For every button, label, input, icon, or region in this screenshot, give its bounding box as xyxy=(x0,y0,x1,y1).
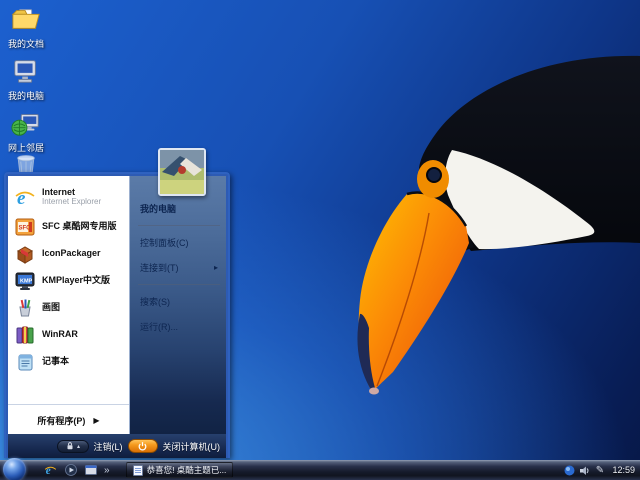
start-menu-item-iconpackager[interactable]: IconPackager xyxy=(8,240,129,267)
task-button-label: 恭喜您! 桌酷主题已... xyxy=(146,465,227,475)
item-label: 连接到(T) xyxy=(140,263,179,273)
start-menu-item-connect-to[interactable]: 连接到(T) ▸ xyxy=(138,255,220,280)
item-label: KMPlayer中文版 xyxy=(42,274,111,285)
quick-launch-media-player-icon[interactable] xyxy=(64,464,77,477)
item-label: 画图 xyxy=(42,301,61,312)
start-menu-right-column: 我的电脑 控制面板(C) 连接到(T) ▸ 搜索(S) 运行(R)... xyxy=(130,176,226,434)
power-icon xyxy=(138,441,147,450)
shutdown-label: 关闭计算机(U) xyxy=(162,441,221,452)
quick-launch-internet-explorer-icon[interactable]: e xyxy=(44,464,57,477)
desktop-icon-label: 我的文档 xyxy=(7,39,44,49)
notepad-icon xyxy=(14,351,36,373)
taskbar-task-button[interactable]: 恭喜您! 桌酷主题已... xyxy=(125,462,234,478)
start-menu-left-column: e Internet Internet Explorer SFC SFC 桌酷网… xyxy=(8,176,130,434)
desktop-icon-label: 我的电脑 xyxy=(7,91,44,101)
separator xyxy=(138,225,220,226)
start-menu-item-my-computer[interactable]: 我的电脑 xyxy=(138,196,220,221)
start-menu-item-control-panel[interactable]: 控制面板(C) xyxy=(138,230,220,255)
my-documents-icon xyxy=(10,3,42,35)
start-menu: e Internet Internet Explorer SFC SFC 桌酷网… xyxy=(4,148,230,458)
desktop-wallpaper: 我的文档 我的电脑 网上邻居 e Internet Internet Explo… xyxy=(0,0,640,480)
item-label: 搜索(S) xyxy=(140,297,170,307)
iconpackager-icon xyxy=(14,243,36,265)
taskbar: e » 恭喜您! 桌酷主题已... ✎ 12:59 xyxy=(0,457,640,480)
internet-explorer-icon: e xyxy=(14,187,36,209)
start-menu-item-run[interactable]: 运行(R)... xyxy=(138,314,220,339)
notepad-window-icon xyxy=(132,464,143,476)
desktop-icon-my-computer[interactable]: 我的电脑 xyxy=(0,55,58,102)
svg-text:e: e xyxy=(17,188,26,209)
start-menu-item-kmplayer[interactable]: KMP KMPlayer中文版 xyxy=(8,267,129,294)
svg-text:KMP: KMP xyxy=(20,278,33,284)
submenu-arrow-icon: ▸ xyxy=(213,263,218,272)
system-tray: ✎ 12:59 xyxy=(564,465,640,476)
shutdown-button[interactable] xyxy=(127,439,158,453)
tray-volume-icon[interactable] xyxy=(579,465,590,476)
item-label: 记事本 xyxy=(42,355,70,366)
item-label: SFC 桌酷网专用版 xyxy=(42,220,117,231)
quick-launch-explorer-icon[interactable] xyxy=(84,464,97,477)
lock-button[interactable]: ▴ xyxy=(56,439,89,453)
item-label: WinRAR xyxy=(42,328,78,339)
my-computer-icon xyxy=(10,55,42,87)
start-menu-item-notepad[interactable]: 记事本 xyxy=(8,348,129,375)
separator xyxy=(138,284,220,285)
all-programs-arrow-icon: ▶ xyxy=(93,416,100,425)
kmplayer-icon: KMP xyxy=(14,270,36,292)
item-label: 我的电脑 xyxy=(140,204,177,214)
start-menu-item-winrar[interactable]: WinRAR xyxy=(8,321,129,348)
start-menu-bottom-bar: ▴ 注销(L) 关闭计算机(U) xyxy=(8,434,226,458)
start-button[interactable] xyxy=(3,457,26,480)
item-label: 运行(R)... xyxy=(140,322,178,332)
desktop-icon-my-documents[interactable]: 我的文档 xyxy=(0,3,58,50)
item-label: IconPackager xyxy=(42,247,101,258)
network-places-icon xyxy=(10,107,42,139)
all-programs-button[interactable]: 所有程序(P) ▶ xyxy=(8,404,129,430)
lock-icon xyxy=(67,442,73,450)
taskbar-clock[interactable]: 12:59 xyxy=(612,465,635,475)
item-sublabel: Internet Explorer xyxy=(42,197,102,207)
quick-launch-overflow-chevron[interactable]: » xyxy=(104,465,110,476)
desktop-icon-network-places[interactable]: 网上邻居 xyxy=(0,107,58,154)
start-menu-item-paint[interactable]: 画图 xyxy=(8,294,129,321)
item-label: 控制面板(C) xyxy=(140,238,189,248)
start-menu-item-sfc[interactable]: SFC SFC 桌酷网专用版 xyxy=(8,213,129,240)
tray-network-icon[interactable] xyxy=(564,465,575,476)
tray-input-method-pen-icon[interactable]: ✎ xyxy=(594,465,605,476)
sfc-icon: SFC xyxy=(14,216,36,238)
start-menu-item-internet[interactable]: e Internet Internet Explorer xyxy=(8,182,129,213)
lock-dropdown-arrow-icon: ▴ xyxy=(76,443,80,450)
all-programs-label: 所有程序(P) xyxy=(37,416,86,426)
quick-launch-bar: e » xyxy=(44,464,110,477)
paint-icon xyxy=(14,297,36,319)
logoff-label: 注销(L) xyxy=(93,441,123,452)
user-account-picture[interactable] xyxy=(158,148,206,196)
start-menu-item-search[interactable]: 搜索(S) xyxy=(138,289,220,314)
winrar-icon xyxy=(14,324,36,346)
